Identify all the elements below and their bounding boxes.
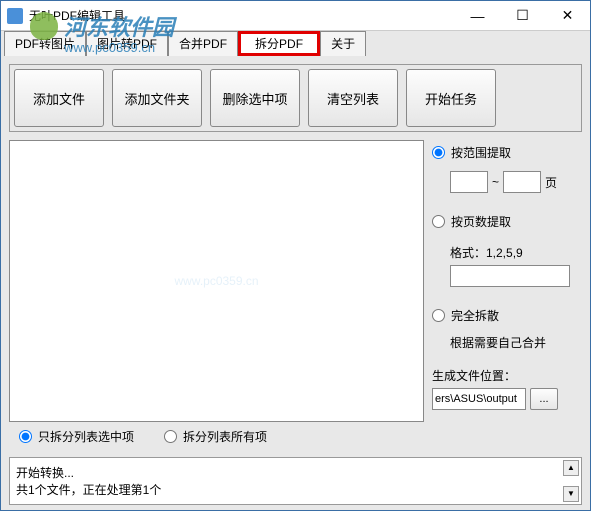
bottom-options: 只拆分列表选中项 拆分列表所有项 [9, 422, 582, 451]
maximize-button[interactable]: ☐ [500, 1, 545, 31]
minimize-button[interactable]: — [455, 1, 500, 31]
window-title: 无叶PDF编辑工具 [29, 7, 455, 24]
range-unit: 页 [545, 174, 557, 191]
close-button[interactable]: ✕ [545, 1, 590, 31]
add-folder-button[interactable]: 添加文件夹 [112, 69, 202, 127]
option-by-range[interactable]: 按范围提取 [432, 144, 582, 161]
tab-strip: PDF转图片 图片转PDF 合并PDF 拆分PDF 关于 [1, 31, 590, 56]
label-only-selected: 只拆分列表选中项 [38, 428, 134, 445]
log-line-1: 开始转换... [16, 464, 575, 481]
option-full-split[interactable]: 完全拆散 [432, 307, 582, 324]
app-window: 无叶PDF编辑工具 — ☐ ✕ PDF转图片 图片转PDF 合并PDF 拆分PD… [0, 0, 591, 511]
tab-image-to-pdf[interactable]: 图片转PDF [86, 31, 168, 56]
loc-input[interactable] [432, 388, 526, 410]
radio-only-selected[interactable] [19, 430, 32, 443]
titlebar: 无叶PDF编辑工具 — ☐ ✕ [1, 1, 590, 31]
options-panel: 按范围提取 ~ 页 按页数提取 格式：1,2,5,9 [432, 140, 582, 422]
radio-by-pages[interactable] [432, 215, 445, 228]
tab-pdf-to-image[interactable]: PDF转图片 [4, 31, 86, 56]
start-task-button[interactable]: 开始任务 [406, 69, 496, 127]
format-label: 格式：1,2,5,9 [450, 244, 582, 261]
range-to-input[interactable] [503, 171, 541, 193]
log-area: 开始转换... 共1个文件，正在处理第1个 ▲ ▼ [9, 457, 582, 505]
content-area: 添加文件 添加文件夹 删除选中项 清空列表 开始任务 www.pc0359.cn… [1, 56, 590, 510]
label-all-items: 拆分列表所有项 [183, 428, 267, 445]
log-scrollbar[interactable]: ▲ ▼ [563, 460, 579, 502]
label-by-pages: 按页数提取 [451, 213, 511, 230]
option-only-selected[interactable]: 只拆分列表选中项 [19, 428, 134, 445]
tab-split-pdf[interactable]: 拆分PDF [238, 31, 320, 56]
range-from-input[interactable] [450, 171, 488, 193]
browse-button[interactable]: ... [530, 388, 558, 410]
app-icon [7, 8, 23, 24]
option-all-items[interactable]: 拆分列表所有项 [164, 428, 267, 445]
range-sep: ~ [492, 175, 499, 189]
scroll-down-icon[interactable]: ▼ [563, 486, 579, 502]
tab-merge-pdf[interactable]: 合并PDF [168, 31, 238, 56]
full-split-note: 根据需要自己合并 [450, 334, 582, 351]
radio-all-items[interactable] [164, 430, 177, 443]
radio-full-split[interactable] [432, 309, 445, 322]
label-by-range: 按范围提取 [451, 144, 511, 161]
range-row: ~ 页 [450, 171, 582, 193]
file-list[interactable]: www.pc0359.cn [9, 140, 424, 422]
format-input[interactable] [450, 265, 570, 287]
tab-about[interactable]: 关于 [320, 31, 366, 56]
scroll-up-icon[interactable]: ▲ [563, 460, 579, 476]
window-controls: — ☐ ✕ [455, 1, 590, 31]
radio-by-range[interactable] [432, 146, 445, 159]
format-group: 格式：1,2,5,9 [450, 244, 582, 287]
output-location: 生成文件位置： ... [432, 367, 582, 410]
main-area: www.pc0359.cn 按范围提取 ~ 页 按页数提取 [9, 140, 582, 422]
toolbar: 添加文件 添加文件夹 删除选中项 清空列表 开始任务 [9, 64, 582, 132]
list-watermark: www.pc0359.cn [174, 274, 258, 288]
label-full-split: 完全拆散 [451, 307, 499, 324]
loc-label: 生成文件位置： [432, 367, 582, 384]
remove-selected-button[interactable]: 删除选中项 [210, 69, 300, 127]
clear-list-button[interactable]: 清空列表 [308, 69, 398, 127]
option-by-pages[interactable]: 按页数提取 [432, 213, 582, 230]
add-file-button[interactable]: 添加文件 [14, 69, 104, 127]
log-line-2: 共1个文件，正在处理第1个 [16, 481, 575, 498]
